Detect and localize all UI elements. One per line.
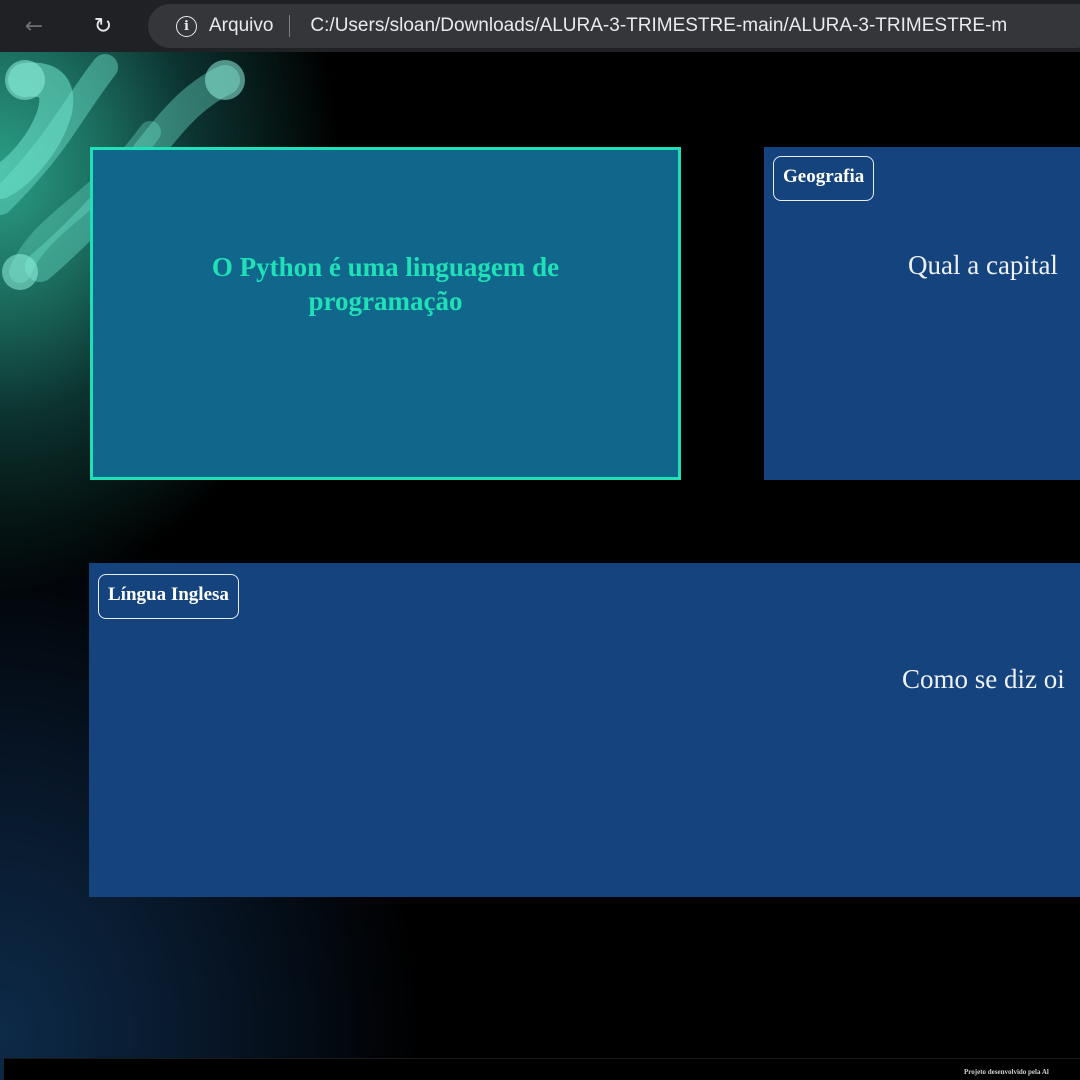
flashcard-python[interactable]: O Python é uma linguagem de programação: [90, 147, 681, 480]
address-bar[interactable]: i Arquivo C:/Users/sloan/Downloads/ALURA…: [148, 4, 1080, 48]
subject-tag-geografia: Geografia: [773, 156, 875, 201]
scheme-label: Arquivo: [209, 15, 274, 36]
reload-icon[interactable]: ↻: [87, 10, 119, 42]
back-arrow-icon[interactable]: ←: [18, 10, 50, 42]
browser-toolbar: ← ↻ i Arquivo C:/Users/sloan/Downloads/A…: [0, 0, 1080, 52]
info-icon[interactable]: i: [176, 15, 197, 37]
url-text[interactable]: C:/Users/sloan/Downloads/ALURA-3-TRIMEST…: [310, 15, 1007, 37]
footer-credit: Projeto desenvolvido pela Al: [964, 1068, 1049, 1076]
flashcard-lingua-inglesa[interactable]: Língua Inglesa Como se diz oi: [89, 563, 1080, 897]
url-separator: [289, 15, 291, 37]
flashcard-question-text: Qual a capital: [908, 250, 1058, 280]
flashcard-question-text: Como se diz oi: [902, 664, 1065, 694]
footer: Projeto desenvolvido pela Al: [4, 1058, 1080, 1080]
page-content: O Python é uma linguagem de programação …: [0, 52, 1080, 1080]
flashcard-geografia[interactable]: Geografia Qual a capital: [764, 147, 1080, 480]
subject-tag-lingua-inglesa: Língua Inglesa: [98, 574, 239, 619]
flashcard-answer-text: O Python é uma linguagem de programação: [211, 252, 560, 316]
